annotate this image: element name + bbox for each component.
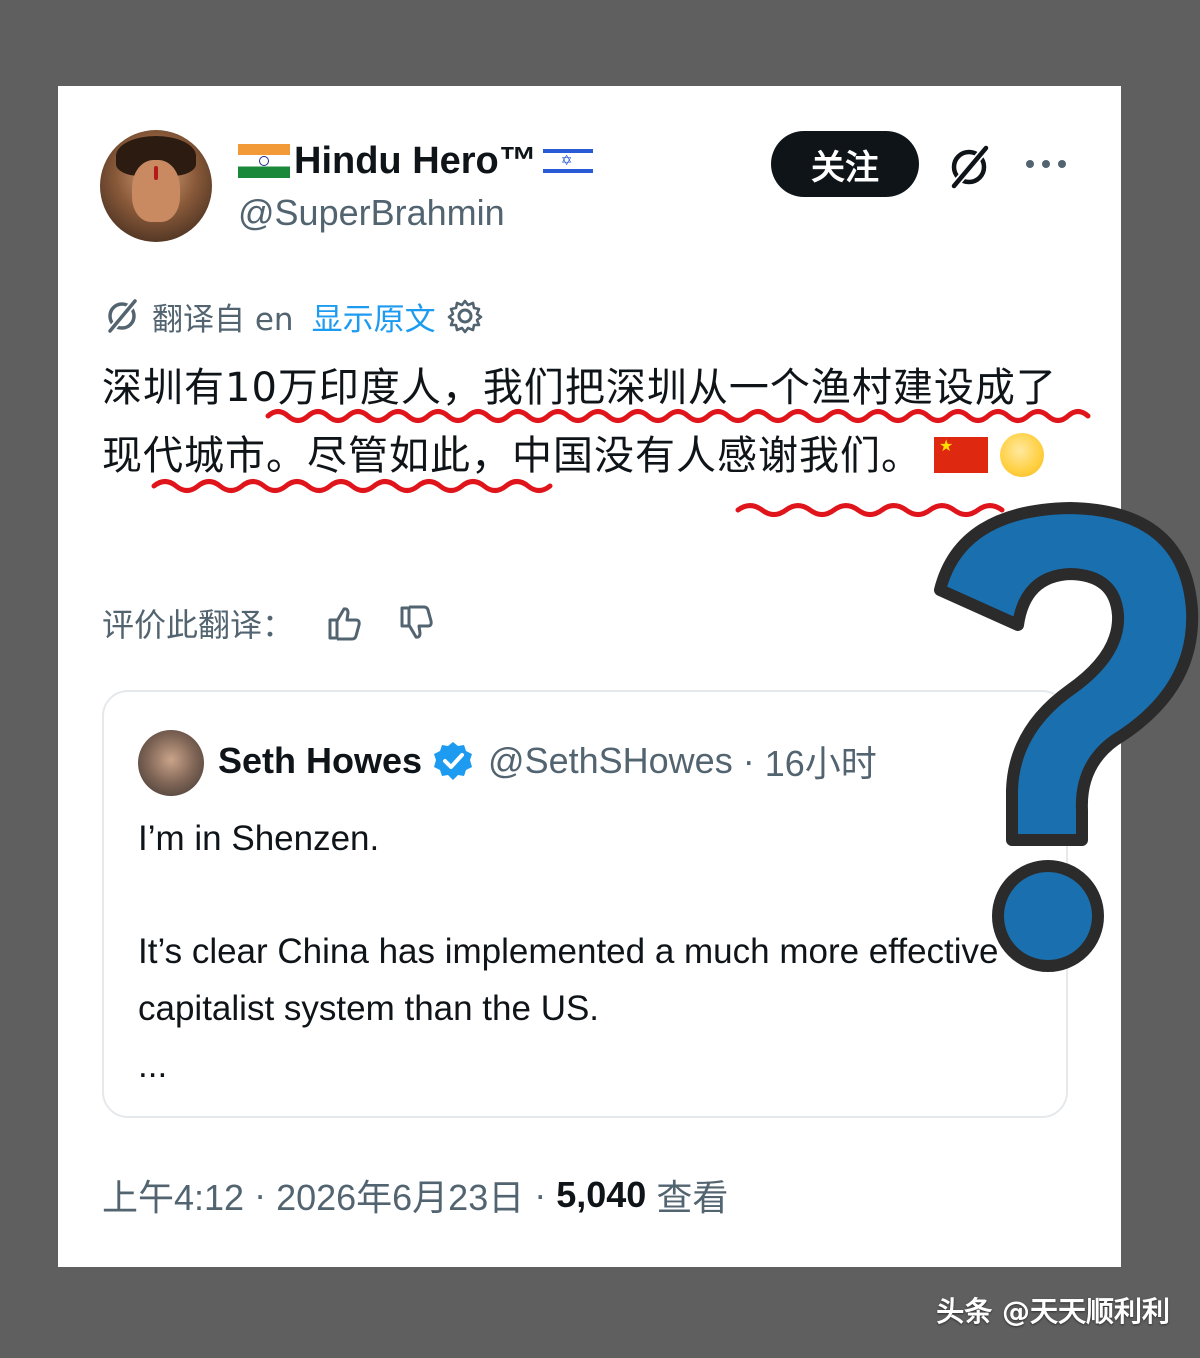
author-handle[interactable]: @SuperBrahmin — [238, 192, 505, 234]
avatar-tilak — [154, 166, 158, 180]
more-options-icon[interactable] — [1024, 156, 1068, 172]
author-name-text: Hindu Hero™ — [294, 139, 537, 182]
underline-3 — [735, 503, 1005, 517]
meta-separator: · — [254, 1174, 267, 1215]
watermark: 头条 @天天顺利利 — [936, 1295, 1170, 1328]
post-text-body: 深圳有10万印度人，我们把深圳从一个渔村建设成了现代城市。尽管如此，中国没有人感… — [102, 365, 1057, 479]
post-time[interactable]: 上午4:12 — [102, 1169, 244, 1221]
post-date[interactable]: 2026年6月23日 — [276, 1169, 524, 1221]
quoted-text-line-1: I’m in Shenzen. — [138, 819, 380, 858]
author-display-name[interactable]: Hindu Hero™ — [238, 136, 593, 186]
china-flag-icon — [934, 437, 988, 473]
quoted-post[interactable]: Seth Howes @SethSHowes · 16小时 I’m in She… — [102, 690, 1068, 1118]
translation-bar: 翻译自 en 显示原文 — [102, 294, 484, 338]
show-original-link[interactable]: 显示原文 — [312, 294, 436, 339]
thumbs-down-icon[interactable] — [396, 602, 438, 644]
rate-translation-row: 评价此翻译： — [102, 598, 438, 648]
pointing-hand-icon — [1000, 433, 1044, 477]
translated-from-label: 翻译自 en — [152, 301, 294, 338]
israel-flag-icon — [542, 144, 593, 178]
india-flag-icon — [238, 144, 290, 178]
verified-badge-icon — [434, 742, 473, 780]
quoted-post-time[interactable]: 16小时 — [765, 735, 877, 787]
quoted-text-line-2: It’s clear China has implemented a much … — [138, 932, 999, 1028]
follow-button[interactable]: 关注 — [771, 131, 919, 197]
meta-separator: · — [534, 1174, 547, 1215]
separator-dot: · — [742, 740, 755, 781]
post-meta: 上午4:12 · 2026年6月23日 · 5,040 查看 — [102, 1170, 728, 1220]
quoted-post-text: I’m in Shenzen. It’s clear China has imp… — [138, 810, 1038, 1094]
rate-translation-label: 评价此翻译： — [102, 606, 295, 644]
grok-icon[interactable] — [944, 142, 994, 192]
grok-translate-icon — [107, 298, 138, 334]
thumbs-up-icon[interactable] — [324, 602, 366, 644]
quoted-author-avatar[interactable] — [138, 730, 204, 796]
author-avatar[interactable] — [100, 130, 212, 242]
gear-icon[interactable] — [446, 297, 484, 335]
post-card: Hindu Hero™ @SuperBrahmin 关注 翻译自 en 显示原文… — [58, 86, 1121, 1267]
views-label: 查看 — [656, 1177, 729, 1218]
quoted-post-header: Seth Howes @SethSHowes · 16小时 — [218, 736, 877, 786]
post-text: 深圳有10万印度人，我们把深圳从一个渔村建设成了现代城市。尽管如此，中国没有人感… — [102, 354, 1062, 490]
quoted-author-handle[interactable]: @SethSHowes — [488, 740, 733, 782]
quoted-text-ellipsis: ... — [138, 1046, 168, 1085]
quoted-author-name[interactable]: Seth Howes — [218, 740, 422, 782]
views-count[interactable]: 5,040 — [556, 1174, 646, 1216]
